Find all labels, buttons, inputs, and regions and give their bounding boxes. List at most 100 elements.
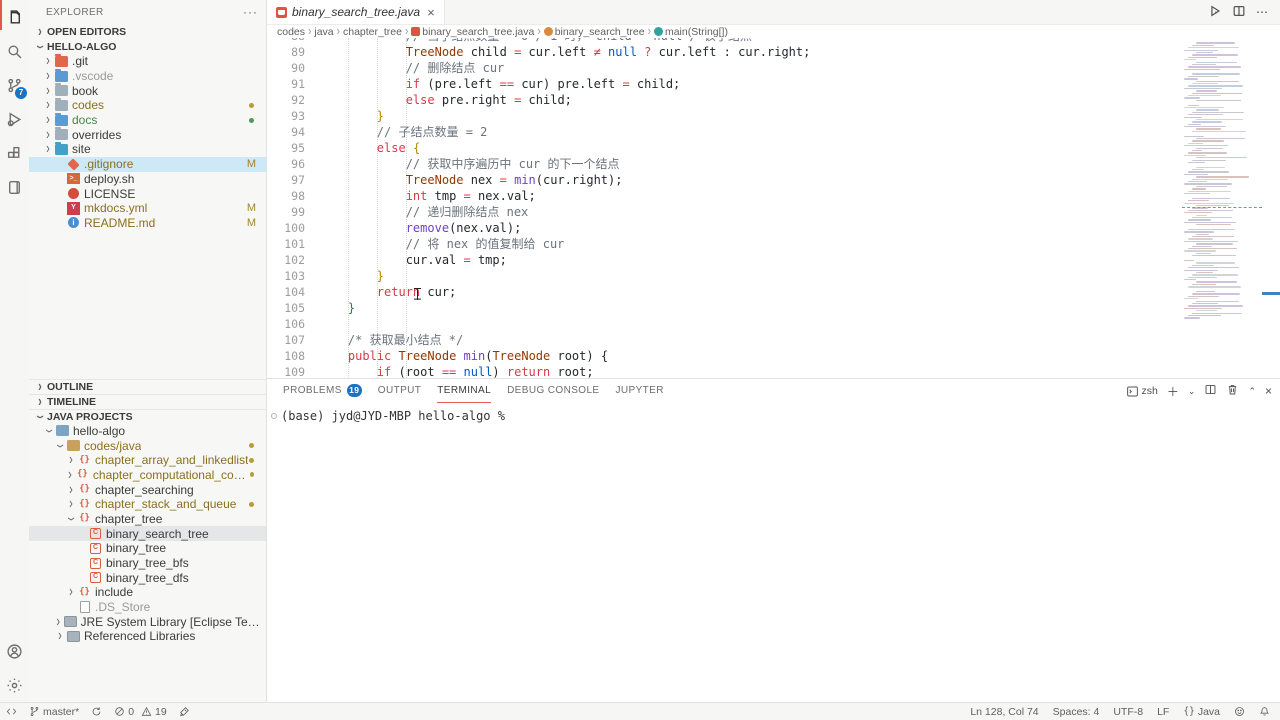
breadcrumb-separator-icon: › [648,24,651,38]
tree-row[interactable]: ›.git [29,54,266,69]
tree-row[interactable]: ›book [29,83,266,98]
explorer-icon[interactable] [0,0,29,34]
timeline-section[interactable]: › TIMELINE [29,394,266,409]
extensions-icon[interactable] [0,136,29,170]
breadcrumb-separator-icon: › [308,24,311,38]
tree-item-label: .git [72,54,88,68]
source-control-icon[interactable]: 7 [0,68,29,102]
tree-row[interactable]: ›docs [29,113,266,128]
indentation-status[interactable]: Spaces: 4 [1053,706,1100,718]
root-folder-section[interactable]: › HELLO-ALGO [29,39,266,54]
code-line: 101 // 将 nex 的值复制给 cur [267,236,1280,252]
tree-row[interactable]: ›{}chapter_array_and_linkedlist [29,453,266,468]
split-terminal-icon[interactable] [1204,383,1217,399]
more-actions-icon[interactable]: ··· [243,5,258,19]
breadcrumb-label: codes [277,26,305,38]
folder-icon [55,144,68,155]
line-number: 109 [267,364,305,378]
open-editors-section[interactable]: › OPEN EDITORS [29,24,266,39]
java-projects-section[interactable]: › JAVA PROJECTS [29,409,266,424]
close-panel-icon[interactable]: × [1265,384,1272,398]
line-number: 92 [267,92,305,108]
notifications-bell-icon[interactable] [1259,706,1270,717]
tree-row[interactable]: ›{}chapter_tree [29,512,266,527]
tree-row[interactable]: ›{}chapter_stack_and_queue [29,497,266,512]
tree-row[interactable]: Ymkdocs.ymlM [29,201,266,216]
editor-more-actions-icon[interactable]: ⋯ [1256,5,1268,19]
split-editor-icon[interactable] [1232,4,1246,21]
run-button[interactable] [1208,4,1222,21]
code-line: 106 [267,316,1280,332]
remote-indicator-icon[interactable] [6,706,17,717]
code-line: 103 } [267,268,1280,284]
line-number: 97 [267,172,305,188]
tree-row[interactable]: ›{}chapter_computational_complexity [29,468,266,483]
tree-row[interactable]: ›hello-algo [29,424,266,439]
panel-tab-debug-console[interactable]: DEBUG CONSOLE [507,379,599,403]
terminal[interactable]: (base) jyd@JYD-MBP hello-algo % [267,403,1280,423]
line-number: 103 [267,268,305,284]
breadcrumb-item[interactable]: codes [277,26,305,38]
terminal-dropdown-icon[interactable]: ⌄ [1188,386,1196,397]
eol-status[interactable]: LF [1157,706,1169,718]
tree-row[interactable]: ›.vscode [29,69,266,84]
line-number: 101 [267,236,305,252]
tree-row[interactable]: ›site [29,142,266,157]
code-line: 97 TreeNode nex = min(cur.right); [267,172,1280,188]
search-icon[interactable] [0,34,29,68]
line-number: 102 [267,252,305,268]
tab-binary-search-tree[interactable]: binary_search_tree.java × [267,0,445,24]
tree-row[interactable]: Cbinary_tree [29,541,266,556]
feedback-smiley-icon[interactable] [1234,706,1245,717]
panel-tab-jupyter[interactable]: JUPYTER [616,379,664,403]
notebook-icon[interactable] [0,170,29,204]
code-line: 107 /* 获取最小结点 */ [267,332,1280,348]
outline-section[interactable]: › OUTLINE [29,379,266,394]
breadcrumb-item[interactable]: main(String[]) [654,26,728,38]
tree-row[interactable]: Cbinary_search_tree [29,526,266,541]
tree-item-label: chapter_array_and_linkedlist [95,453,248,467]
new-terminal-icon[interactable]: ＋ [1167,383,1179,400]
java-tasks-icon[interactable] [179,706,190,717]
vscode-window: 7 EXPLORER ··· › OPEN EDITORS [0,0,1280,720]
kill-terminal-icon[interactable] [1226,383,1239,399]
panel-tab-terminal[interactable]: TERMINAL [437,379,491,403]
breadcrumb-item[interactable]: binary_search_tree.java [411,26,534,38]
tree-row[interactable]: >_deploy.sh [29,172,266,187]
line-number: 107 [267,332,305,348]
panel-tab-problems[interactable]: PROBLEMS19 [283,379,362,403]
tree-row[interactable]: ›Referenced Libraries [29,629,266,644]
encoding-status[interactable]: UTF-8 [1113,706,1143,718]
bc-java-icon [411,27,420,36]
panel-tab-output[interactable]: OUTPUT [378,379,422,403]
tree-row[interactable]: Cbinary_tree_bfs [29,556,266,571]
tree-row[interactable]: ›{}include [29,585,266,600]
settings-gear-icon[interactable] [0,668,29,702]
language-mode[interactable]: {} Java [1183,706,1220,718]
tree-item-label: LICENSE [84,187,135,201]
tree-row[interactable]: .DS_Store [29,600,266,615]
account-icon[interactable] [0,634,29,668]
maximize-panel-icon[interactable]: ⌃ [1248,386,1256,397]
tree-row[interactable]: ›overrides [29,127,266,142]
minimap[interactable] [1182,40,1262,376]
tree-row[interactable]: LICENSE [29,186,266,201]
terminal-shell-select[interactable]: zsh [1126,385,1158,398]
breadcrumb-item[interactable]: chapter_tree [343,26,402,38]
line-number: 98 [267,188,305,204]
tree-row[interactable]: iREADME.mdM [29,216,266,231]
tree-item-label: site [72,142,91,156]
tree-row[interactable]: ›codes [29,98,266,113]
code-line: 96 // 获取中序遍历中 cur 的下一个结点 [267,156,1280,172]
cursor-position[interactable]: Ln 128, Col 74 [970,706,1038,718]
tree-row[interactable]: .gitignoreM [29,157,266,172]
problems-status[interactable]: 0 19 [114,706,167,718]
code-editor[interactable]: 88 // 当子结点数量 = 0 / 1 时， child = null / 该… [267,38,1280,378]
close-icon[interactable]: × [427,5,435,20]
class-icon: C [90,558,101,569]
sync-icon[interactable] [91,706,102,717]
breadcrumb-item[interactable]: java [314,26,333,38]
breadcrumb-item[interactable]: binary_search_tree [544,26,645,38]
git-branch-status[interactable]: master* [29,706,79,718]
run-debug-icon[interactable] [0,102,29,136]
